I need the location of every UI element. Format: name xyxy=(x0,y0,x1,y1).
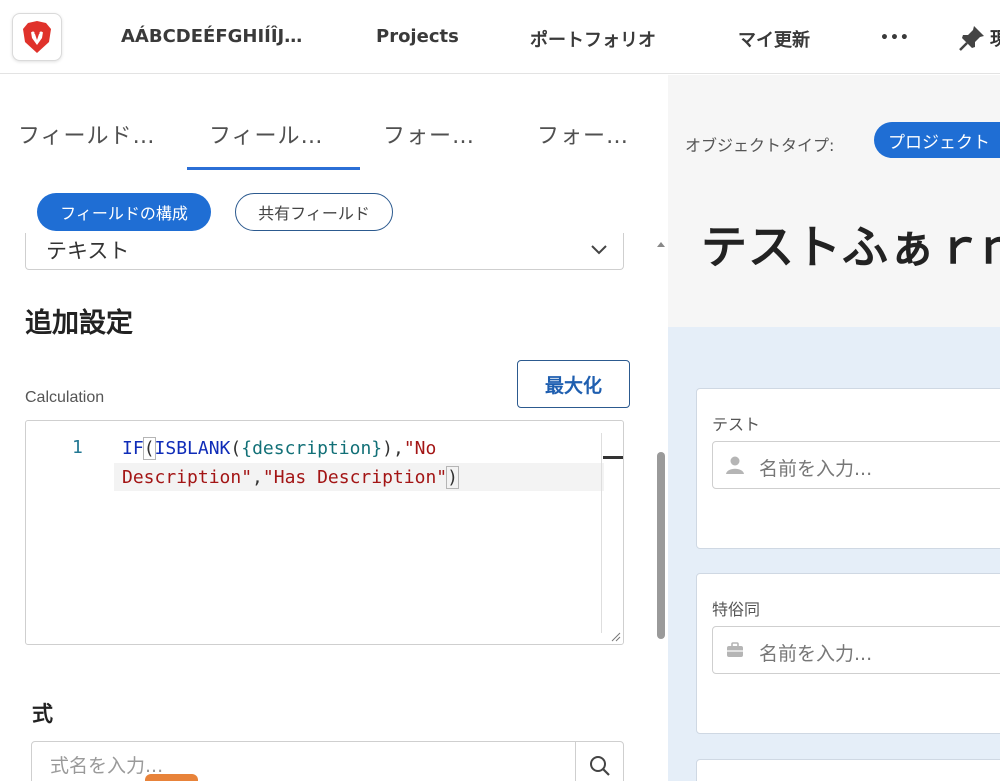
shared-field-button[interactable]: 共有フィールド xyxy=(235,193,393,231)
field-type-select[interactable]: テキスト xyxy=(25,233,624,270)
top-navigation-bar: AÁBCDEÉFGHIÍÎJ… Projects ポートフォリオ マイ更新 ••… xyxy=(0,0,1000,74)
form-field-card[interactable]: 特俗同 名前を入力... xyxy=(696,573,1000,734)
lion-logo-icon xyxy=(23,21,51,53)
field-type-value: テキスト xyxy=(46,239,130,263)
panel-scrollbar-thumb[interactable] xyxy=(657,452,665,639)
form-field-input[interactable]: 名前を入力... xyxy=(712,441,1000,489)
tab-field-1[interactable]: フィールド… xyxy=(18,118,156,150)
nav-my-updates[interactable]: マイ更新 xyxy=(738,26,810,52)
form-field-card[interactable] xyxy=(696,759,1000,781)
scroll-up-arrow-icon[interactable] xyxy=(656,240,666,248)
nav-portfolio[interactable]: ポートフォリオ xyxy=(530,26,656,52)
form-preview-panel: オブジェクトタイプ: プロジェクト テストふぁｒｍ テスト 名前を入力... 特… xyxy=(668,75,1000,781)
brave-logo[interactable] xyxy=(12,13,62,61)
form-field-card[interactable]: テスト 名前を入力... xyxy=(696,388,1000,549)
configure-field-button[interactable]: フィールドの構成 xyxy=(37,193,211,231)
nav-app-name[interactable]: AÁBCDEÉFGHIÍÎJ… xyxy=(121,26,302,47)
editor-scroll-divider xyxy=(601,433,602,633)
form-field-label: テスト xyxy=(712,415,761,434)
additional-settings-heading: 追加設定 xyxy=(25,308,133,339)
tab-form-2[interactable]: フォー… xyxy=(537,118,629,150)
nav-pinned[interactable]: 現 xyxy=(958,24,1000,52)
active-tab-indicator xyxy=(187,167,360,170)
user-icon xyxy=(726,456,744,474)
line-number: 1 xyxy=(72,437,83,458)
form-title[interactable]: テストふぁｒｍ xyxy=(701,211,1000,277)
formula-search-button[interactable] xyxy=(575,742,624,781)
pin-icon xyxy=(959,26,984,51)
resize-handle-icon[interactable] xyxy=(611,632,621,642)
form-canvas: テスト 名前を入力... 特俗同 名前を入力... xyxy=(668,327,1000,781)
field-settings-panel: フィールド… フィール… フォー… フォー… フィールドの構成 共有フィールド … xyxy=(0,75,668,781)
briefcase-icon xyxy=(727,642,743,657)
formula-search-input[interactable] xyxy=(32,742,575,781)
calculation-editor[interactable]: 1 IF(ISBLANK({description}),"No Descript… xyxy=(25,420,624,645)
form-field-placeholder: 名前を入力... xyxy=(759,458,873,480)
nav-pinned-label: 現 xyxy=(990,29,1000,50)
search-icon xyxy=(590,756,610,776)
orange-tab-marker xyxy=(145,774,198,781)
form-field-input[interactable]: 名前を入力... xyxy=(712,626,1000,674)
maximize-button[interactable]: 最大化 xyxy=(517,360,630,408)
editor-scroll-marker xyxy=(603,456,623,459)
nav-more-button[interactable]: ••• xyxy=(880,30,910,46)
tab-form-1[interactable]: フォー… xyxy=(383,118,475,150)
object-type-badge: プロジェクト xyxy=(874,122,1000,158)
formula-search xyxy=(31,741,624,781)
object-type-label: オブジェクトタイプ: xyxy=(685,136,835,155)
formula-heading: 式 xyxy=(32,702,53,726)
form-field-placeholder: 名前を入力... xyxy=(759,643,873,665)
tab-field-2[interactable]: フィール… xyxy=(209,118,324,150)
calculation-code: IF(ISBLANK({description}),"No Descriptio… xyxy=(122,437,459,489)
calculation-label: Calculation xyxy=(25,389,105,406)
chevron-down-icon xyxy=(591,245,607,255)
form-field-label: 特俗同 xyxy=(712,600,761,619)
nav-projects[interactable]: Projects xyxy=(376,26,459,47)
